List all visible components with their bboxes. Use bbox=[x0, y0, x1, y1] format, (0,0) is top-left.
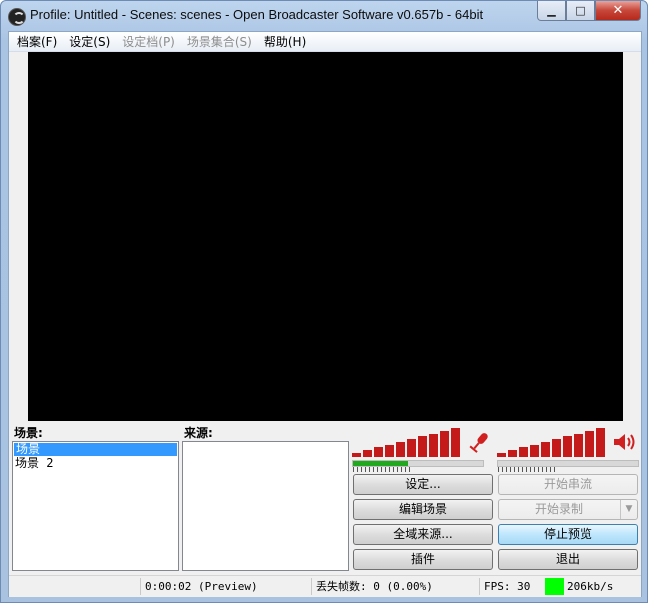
fps-readout: FPS: 30 bbox=[479, 578, 540, 595]
mic-meter-bar bbox=[385, 445, 394, 457]
start-streaming-button[interactable]: 开始串流 bbox=[498, 474, 638, 495]
menu-profiles[interactable]: 设定档(P) bbox=[116, 33, 181, 50]
start-recording-button[interactable]: 开始录制 ▼ bbox=[498, 499, 638, 520]
mic-meter-bar bbox=[418, 436, 427, 457]
scenes-label: 场景: bbox=[14, 426, 43, 440]
window-controls: ▁ □ ✕ bbox=[537, 1, 641, 21]
start-recording-label: 开始录制 bbox=[534, 502, 583, 516]
desktop-meter-bar bbox=[585, 431, 594, 457]
exit-button[interactable]: 退出 bbox=[498, 549, 638, 570]
mic-meter-bar bbox=[429, 434, 438, 457]
scene-item-2[interactable]: 场景 2 bbox=[13, 457, 178, 470]
minimize-button[interactable]: ▁ bbox=[537, 1, 566, 21]
desktop-meter-bar bbox=[552, 439, 561, 457]
stop-preview-button[interactable]: 停止预览 bbox=[498, 524, 638, 545]
mic-volume-meter[interactable] bbox=[352, 428, 464, 457]
mic-meter-bar bbox=[363, 450, 372, 457]
plugins-button[interactable]: 插件 bbox=[353, 549, 493, 570]
desktop-meter-bar bbox=[563, 436, 572, 457]
bitrate-readout: 206kb/s bbox=[567, 580, 614, 593]
mic-level-fill bbox=[353, 461, 408, 466]
window-title: Profile: Untitled - Scenes: scenes - Ope… bbox=[30, 7, 484, 22]
stream-time: 0:00:02 (Preview) bbox=[140, 578, 311, 595]
sources-label: 来源: bbox=[184, 426, 213, 440]
global-sources-button[interactable]: 全域来源... bbox=[353, 524, 493, 545]
maximize-icon: □ bbox=[575, 4, 586, 17]
sources-list[interactable] bbox=[182, 441, 349, 571]
scenes-list[interactable]: 场景 场景 2 bbox=[12, 441, 179, 571]
desktop-level-ticks bbox=[498, 467, 558, 472]
speaker-icon[interactable] bbox=[612, 432, 636, 452]
edit-scene-button[interactable]: 编辑场景 bbox=[353, 499, 493, 520]
close-button[interactable]: ✕ bbox=[595, 1, 641, 21]
mic-meter-bar bbox=[396, 442, 405, 457]
scene-item-1[interactable]: 场景 bbox=[14, 443, 177, 456]
menu-help[interactable]: 帮助(H) bbox=[258, 33, 312, 50]
maximize-button[interactable]: □ bbox=[566, 1, 595, 21]
mic-level-track bbox=[352, 460, 484, 467]
client-area: 档案(F) 设定(S) 设定档(P) 场景集合(S) 帮助(H) 场景: 场景 … bbox=[8, 31, 642, 597]
menu-settings[interactable]: 设定(S) bbox=[63, 33, 116, 50]
mic-meter-bar bbox=[407, 439, 416, 457]
chevron-down-icon[interactable]: ▼ bbox=[620, 500, 637, 519]
desktop-meter-bar bbox=[497, 453, 506, 457]
desktop-meter-bar bbox=[541, 442, 550, 457]
status-bar: 0:00:02 (Preview) 丢失帧数: 0 (0.00%) FPS: 3… bbox=[9, 575, 641, 597]
menu-bar: 档案(F) 设定(S) 设定档(P) 场景集合(S) 帮助(H) bbox=[9, 32, 641, 52]
settings-button[interactable]: 设定... bbox=[353, 474, 493, 495]
mic-meter-bar bbox=[440, 431, 449, 457]
dropped-frames: 丢失帧数: 0 (0.00%) bbox=[311, 578, 478, 595]
mic-meter-bar bbox=[374, 447, 383, 457]
bitrate-status-indicator bbox=[545, 578, 564, 595]
title-bar[interactable]: Profile: Untitled - Scenes: scenes - Ope… bbox=[1, 1, 647, 31]
desktop-meter-bar bbox=[574, 434, 583, 457]
microphone-icon[interactable] bbox=[467, 430, 491, 454]
menu-scene-collection[interactable]: 场景集合(S) bbox=[181, 33, 258, 50]
preview-area[interactable] bbox=[28, 52, 623, 421]
desktop-meter-bar bbox=[508, 450, 517, 457]
desktop-level-track bbox=[497, 460, 639, 467]
minimize-icon: ▁ bbox=[547, 4, 556, 17]
mic-level-ticks bbox=[353, 467, 413, 472]
close-icon: ✕ bbox=[612, 3, 624, 18]
mic-meter-bar bbox=[352, 453, 361, 457]
obs-window: Profile: Untitled - Scenes: scenes - Ope… bbox=[0, 0, 648, 603]
menu-file[interactable]: 档案(F) bbox=[11, 33, 63, 50]
mic-meter-bar bbox=[451, 428, 460, 457]
obs-logo-icon bbox=[8, 8, 26, 26]
desktop-meter-bar bbox=[596, 428, 605, 457]
desktop-meter-bar bbox=[530, 445, 539, 457]
desktop-meter-bar bbox=[519, 447, 528, 457]
desktop-volume-meter[interactable] bbox=[497, 428, 609, 457]
